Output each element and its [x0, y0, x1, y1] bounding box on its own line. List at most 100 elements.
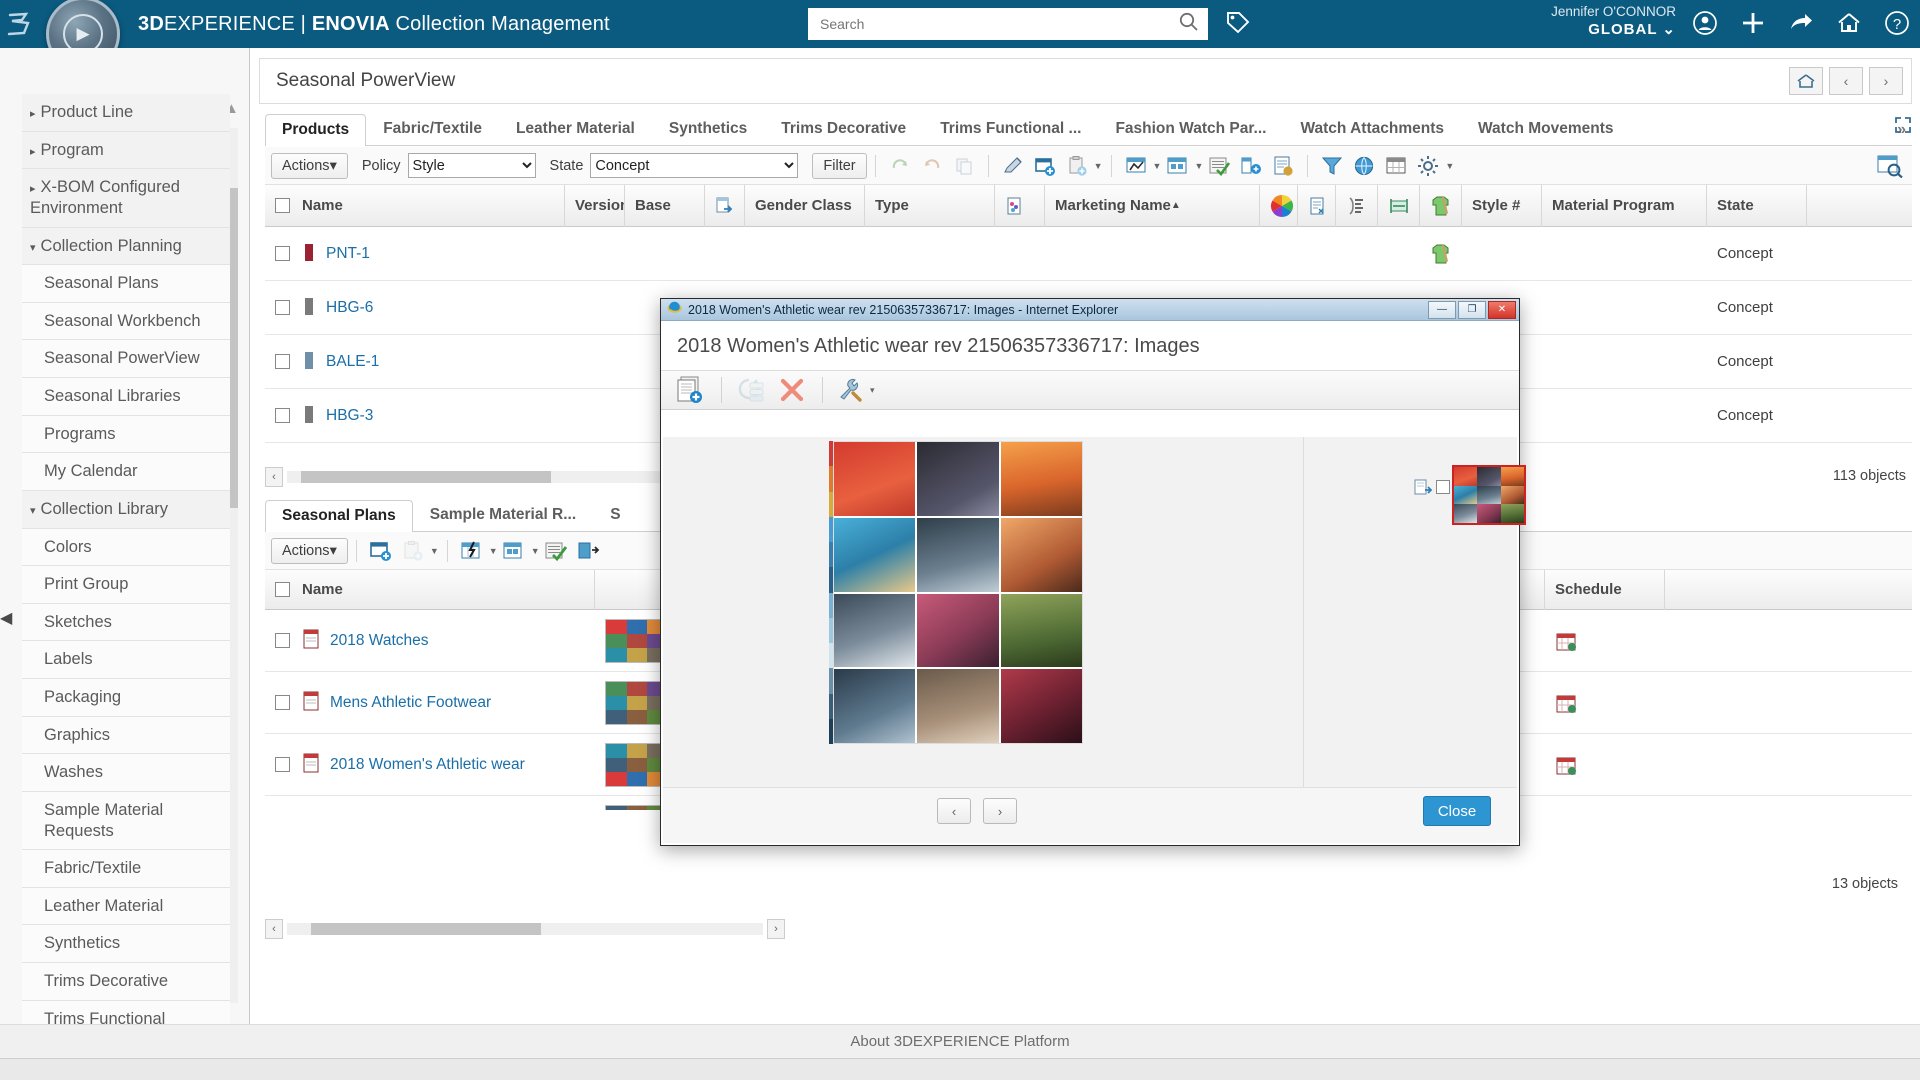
caret-down-icon[interactable]: ▾ [30, 505, 36, 517]
sidebar-item-program[interactable]: ▸ Program [22, 131, 230, 170]
revise-icon[interactable] [735, 374, 769, 406]
chevron-down-icon[interactable]: ▼ [531, 546, 540, 556]
column-header-type[interactable]: Type [865, 184, 995, 227]
select-all-checkbox[interactable] [275, 198, 290, 213]
new-window-icon[interactable] [1032, 153, 1058, 179]
caret-right-icon[interactable]: ▸ [30, 183, 36, 195]
item-name-link[interactable]: BALE-1 [326, 353, 379, 371]
help-icon[interactable]: ? [1882, 8, 1912, 38]
item-name-link[interactable]: HBG-6 [326, 299, 373, 317]
tag-icon[interactable] [1225, 10, 1251, 41]
column-header-gender-class[interactable]: Gender Class [745, 184, 865, 227]
plan-name-link[interactable]: Mens Athletic Footwear [330, 694, 491, 712]
column-header-state[interactable]: State [1707, 184, 1807, 227]
chart-icon[interactable] [1123, 153, 1149, 179]
sidebar-item-sample-material-requests[interactable]: Sample Material Requests [22, 791, 230, 851]
close-window-button[interactable]: ✕ [1488, 300, 1516, 319]
globe-icon[interactable] [1351, 153, 1377, 179]
scroll-thumb[interactable] [311, 923, 541, 935]
selected-thumbnail[interactable] [1452, 465, 1526, 525]
tab-leather-material[interactable]: Leather Material [499, 113, 652, 145]
grid-view-icon[interactable] [1164, 153, 1190, 179]
actions-button[interactable]: Actions▾ [271, 152, 348, 179]
back-button[interactable]: ‹ [1829, 67, 1863, 95]
previous-image-button[interactable]: ‹ [937, 798, 971, 824]
scroll-thumb[interactable] [301, 471, 551, 483]
calendar-icon[interactable] [1545, 672, 1665, 734]
add-icon[interactable] [1738, 8, 1768, 38]
sidebar-item-sketches[interactable]: Sketches [22, 603, 230, 642]
home-icon[interactable] [1834, 8, 1864, 38]
chevron-down-icon[interactable]: ▼ [1153, 161, 1162, 171]
lower-tab-sample-material-r[interactable]: Sample Material R... [413, 499, 593, 531]
scroll-left-button[interactable]: ‹ [265, 467, 283, 487]
copy-icon[interactable] [951, 153, 977, 179]
search-box[interactable] [808, 8, 1208, 40]
sidebar-item-packaging[interactable]: Packaging [22, 679, 230, 717]
calendar-grid-icon[interactable] [1383, 153, 1409, 179]
column-header-name[interactable]: Name [265, 184, 565, 227]
select-all-checkbox[interactable] [275, 582, 290, 597]
moodboard-image[interactable] [833, 441, 1083, 744]
row-checkbox[interactable] [275, 757, 290, 772]
filter-funnel-icon[interactable] [1319, 153, 1345, 179]
column-header-measure-icon[interactable] [1336, 184, 1378, 227]
lower-column-header-name[interactable]: Name [265, 569, 595, 610]
item-name-link[interactable]: HBG-3 [326, 407, 373, 425]
grid-view-icon[interactable] [501, 538, 527, 564]
sidebar-item-seasonal-libraries[interactable]: Seasonal Libraries [22, 378, 230, 416]
tab-watch-movements[interactable]: Watch Movements [1461, 113, 1631, 145]
column-header-sketch-doc-icon[interactable] [995, 184, 1045, 227]
row-checkbox[interactable] [275, 633, 290, 648]
calendar-icon[interactable] [1545, 610, 1665, 672]
column-header-spec-doc-icon[interactable] [1298, 184, 1336, 227]
column-header-base[interactable]: Base [625, 184, 705, 227]
paste-icon[interactable] [400, 538, 426, 564]
lower-tab-seasonal-plans[interactable]: Seasonal Plans [265, 500, 413, 532]
scroll-left-button[interactable]: ‹ [265, 919, 283, 939]
grid-search-icon[interactable] [1877, 153, 1903, 179]
tab-fabric-textile[interactable]: Fabric/Textile [366, 113, 499, 145]
add-document-icon[interactable] [674, 374, 708, 406]
sidebar-item-trims-decorative[interactable]: Trims Decorative [22, 963, 230, 1001]
new-window-icon[interactable] [368, 538, 394, 564]
caret-down-icon[interactable]: ▾ [30, 242, 36, 254]
dassault-3ds-logo[interactable] [0, 0, 42, 48]
row-checkbox[interactable] [275, 695, 290, 710]
caret-right-icon[interactable]: ▸ [30, 146, 36, 158]
chevron-down-icon[interactable]: ▼ [1194, 161, 1203, 171]
state-select[interactable]: Concept [590, 153, 799, 178]
table-row[interactable]: PNT-1 Concept [265, 227, 1912, 281]
export-icon[interactable] [575, 538, 601, 564]
sidebar-item-print-group[interactable]: Print Group [22, 566, 230, 604]
redo-icon[interactable] [887, 153, 913, 179]
thumbnail-checkbox[interactable] [1436, 480, 1450, 494]
sidebar-item-labels[interactable]: Labels [22, 641, 230, 679]
plan-name-link[interactable]: 2018 Women's Athletic wear [330, 756, 525, 774]
sidebar-item-collection-planning[interactable]: ▾ Collection Planning [22, 227, 230, 266]
row-checkbox[interactable] [275, 408, 290, 423]
forward-button[interactable]: › [1869, 67, 1903, 95]
user-info[interactable]: Jennifer O'CONNOR GLOBAL ⌄ [1551, 4, 1676, 40]
compare-icon[interactable] [1238, 153, 1264, 179]
sidebar-item-seasonal-plans[interactable]: Seasonal Plans [22, 265, 230, 303]
caret-right-icon[interactable]: ▸ [30, 108, 36, 120]
item-name-link[interactable]: PNT-1 [326, 245, 370, 263]
report-icon[interactable] [1270, 153, 1296, 179]
maximize-button[interactable]: ❐ [1458, 300, 1486, 319]
sort-asc-icon[interactable]: ▲ [1171, 200, 1181, 211]
plan-name-link[interactable]: 2018 Watches [330, 632, 429, 650]
table-lightning-icon[interactable] [459, 538, 485, 564]
next-image-button[interactable]: › [983, 798, 1017, 824]
calendar-icon[interactable] [1545, 796, 1665, 811]
search-input[interactable] [818, 10, 1158, 38]
sidebar-item-seasonal-workbench[interactable]: Seasonal Workbench [22, 302, 230, 341]
checklist-icon[interactable] [1206, 153, 1232, 179]
delete-icon[interactable] [775, 374, 809, 406]
account-icon[interactable] [1690, 8, 1720, 38]
lower-actions-button[interactable]: Actions▾ [271, 537, 348, 564]
calendar-icon[interactable] [1545, 734, 1665, 796]
sidebar-item-leather-material[interactable]: Leather Material [22, 887, 230, 926]
sidebar-item-fabric-textile[interactable]: Fabric/Textile [22, 850, 230, 888]
lower-horizontal-scrollbar[interactable]: ‹ › [265, 918, 785, 940]
